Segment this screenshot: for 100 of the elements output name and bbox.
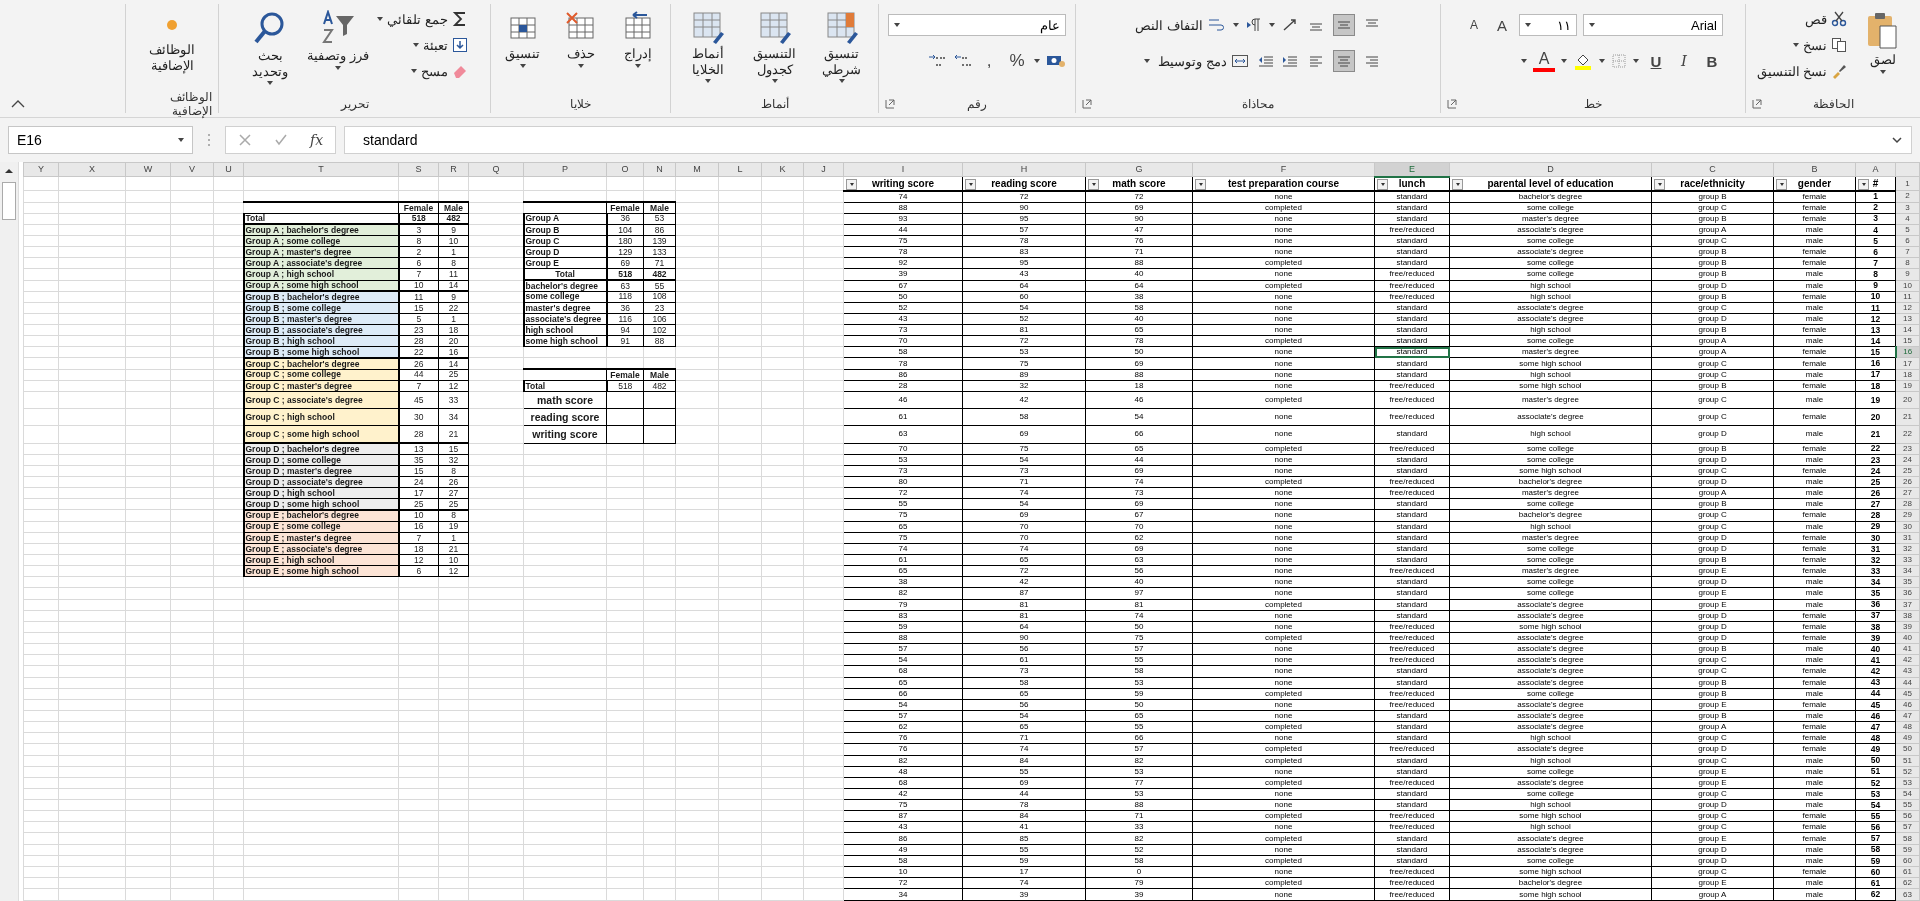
row-header[interactable]: 54 [1895, 788, 1920, 800]
row-header[interactable]: 16 [1895, 346, 1920, 358]
row-header[interactable]: 8 [1895, 257, 1920, 269]
merge-center-button[interactable]: دمج وتوسيط [1156, 50, 1251, 72]
column-header[interactable]: G [1085, 162, 1193, 177]
row-header[interactable]: 18 [1895, 369, 1920, 381]
row-header[interactable]: 30 [1895, 521, 1920, 533]
row-header[interactable]: 6 [1895, 235, 1920, 247]
fill-button[interactable]: تعبئة [410, 34, 470, 56]
column-header[interactable]: L [718, 162, 762, 177]
find-select-button[interactable]: بحث وتحديد [239, 8, 302, 86]
row-header[interactable]: 61 [1895, 866, 1920, 878]
row-header[interactable]: 52 [1895, 766, 1920, 778]
column-header[interactable]: E [1374, 162, 1450, 177]
vertical-scrollbar[interactable] [0, 162, 19, 901]
sort-filter-button[interactable]: فرز وتصفية [307, 8, 370, 70]
row-header[interactable]: 11 [1895, 291, 1920, 303]
column-header[interactable]: O [606, 162, 644, 177]
row-header[interactable]: 49 [1895, 732, 1920, 744]
row-header[interactable]: 62 [1895, 877, 1920, 889]
filter-button[interactable] [965, 178, 976, 189]
column-header[interactable]: J [803, 162, 844, 177]
column-header[interactable]: U [213, 162, 244, 177]
column-header[interactable]: P [523, 162, 607, 177]
font-name-field[interactable]: Arial [1583, 14, 1723, 36]
row-header[interactable]: 13 [1895, 313, 1920, 325]
row-header[interactable]: 38 [1895, 610, 1920, 622]
column-header[interactable]: N [643, 162, 676, 177]
row-header[interactable]: 4 [1895, 213, 1920, 225]
filter-button[interactable] [1654, 178, 1665, 189]
row-header[interactable]: 40 [1895, 632, 1920, 644]
underline-button[interactable]: U [1645, 50, 1667, 72]
dialog-launcher-icon[interactable] [1082, 99, 1092, 109]
cells-button[interactable]: حذف [554, 8, 607, 68]
column-header[interactable]: W [125, 162, 171, 177]
row-header[interactable]: 28 [1895, 498, 1920, 510]
percent-button[interactable]: % [1006, 50, 1028, 72]
column-header[interactable]: C [1651, 162, 1774, 177]
cells-button[interactable]: إدراج [612, 8, 664, 68]
column-header[interactable]: K [761, 162, 804, 177]
row-header[interactable]: 53 [1895, 777, 1920, 789]
row-header[interactable]: 33 [1895, 554, 1920, 566]
formula-field[interactable]: standard [344, 126, 1912, 154]
horizontal-align-button[interactable] [1332, 50, 1355, 72]
column-header[interactable]: B [1773, 162, 1856, 177]
column-header[interactable]: S [398, 162, 439, 177]
column-header[interactable]: R [438, 162, 469, 177]
wrap-text-button[interactable]: التفاف النص [1133, 14, 1227, 36]
row-header[interactable]: 44 [1895, 677, 1920, 689]
row-header[interactable]: 23 [1895, 443, 1920, 455]
shrink-font-button[interactable]: A [1463, 14, 1485, 36]
row-header[interactable]: 24 [1895, 454, 1920, 466]
column-header[interactable]: I [843, 162, 963, 177]
font-size-field[interactable]: ١١ [1519, 14, 1577, 36]
column-header[interactable]: T [243, 162, 399, 177]
filter-button[interactable] [1377, 178, 1388, 189]
row-header[interactable]: 27 [1895, 487, 1920, 499]
number-format-field[interactable]: عام [888, 14, 1066, 36]
dialog-launcher-icon[interactable] [1447, 99, 1457, 109]
scroll-thumb[interactable] [2, 182, 16, 220]
check-icon[interactable] [274, 133, 288, 147]
format-painter-button[interactable]: نسخ التنسيق [1754, 60, 1850, 82]
clear-button[interactable]: مسح [408, 60, 470, 82]
grow-font-button[interactable]: A [1491, 14, 1513, 36]
filter-button[interactable] [1088, 178, 1099, 189]
row-header[interactable]: 41 [1895, 643, 1920, 655]
row-header[interactable]: 57 [1895, 821, 1920, 833]
row-header[interactable]: 26 [1895, 476, 1920, 488]
row-header[interactable]: 5 [1895, 224, 1920, 236]
filter-button[interactable] [1195, 178, 1206, 189]
bold-button[interactable]: B [1701, 50, 1723, 72]
column-header[interactable]: M [675, 162, 719, 177]
column-header[interactable]: V [170, 162, 214, 177]
row-header[interactable]: 31 [1895, 532, 1920, 544]
row-header[interactable]: 34 [1895, 565, 1920, 577]
row-header[interactable]: 59 [1895, 844, 1920, 856]
filter-button[interactable] [1452, 178, 1463, 189]
row-header[interactable]: 37 [1895, 599, 1920, 611]
column-header[interactable]: F [1192, 162, 1375, 177]
font-color-button[interactable]: A [1533, 50, 1555, 72]
vertical-align-button[interactable] [1332, 14, 1355, 36]
filter-button[interactable] [1776, 178, 1787, 189]
row-header[interactable]: 35 [1895, 576, 1920, 588]
column-header[interactable]: Y [23, 162, 59, 177]
cells-button[interactable]: تنسيق [497, 8, 549, 68]
row-header[interactable]: 32 [1895, 543, 1920, 555]
dialog-launcher-icon[interactable] [1752, 99, 1762, 109]
row-header[interactable]: 39 [1895, 621, 1920, 633]
autosum-button[interactable]: جمع تلقائي [375, 8, 470, 30]
insert-function-button[interactable]: fx [310, 132, 324, 148]
column-header[interactable]: H [962, 162, 1086, 177]
row-header[interactable]: 48 [1895, 721, 1920, 733]
column-header[interactable]: D [1449, 162, 1652, 177]
dialog-launcher-icon[interactable] [885, 99, 895, 109]
comma-button[interactable]: , [978, 50, 1000, 72]
style-button[interactable]: تنسيق شرطي [811, 8, 872, 84]
italic-button[interactable]: I [1673, 50, 1695, 72]
column-header[interactable]: X [58, 162, 126, 177]
paste-button[interactable]: لصق [1855, 8, 1912, 74]
row-header[interactable]: 14 [1895, 324, 1920, 336]
